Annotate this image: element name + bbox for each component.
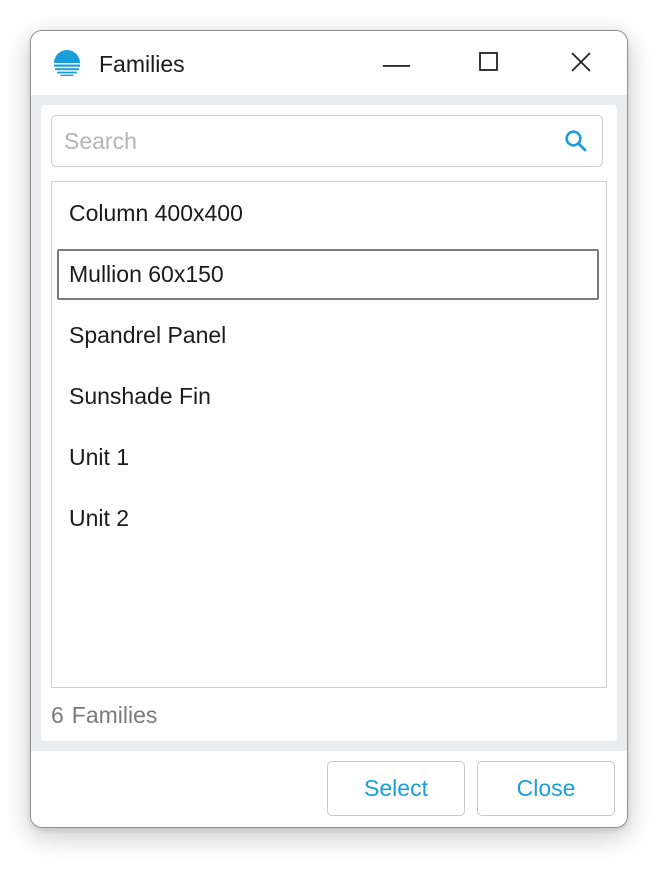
search-input[interactable]: [64, 124, 554, 158]
minimize-icon: [383, 55, 411, 73]
list-item-label: Column 400x400: [69, 200, 243, 226]
list-item-selected[interactable]: Mullion 60x150: [57, 249, 599, 300]
list-item-label: Unit 2: [69, 505, 130, 531]
list-item-label: Sunshade Fin: [69, 383, 211, 409]
list-item[interactable]: Sunshade Fin: [57, 371, 599, 422]
search-icon[interactable]: [564, 129, 588, 153]
title-bar[interactable]: Families: [31, 31, 627, 95]
sun-horizon-icon: [53, 50, 81, 76]
families-panel: Column 400x400 Mullion 60x150 Spandrel P…: [41, 105, 617, 741]
close-button[interactable]: Close: [477, 761, 615, 816]
family-count-label: Families: [71, 702, 158, 728]
list-item-label: Mullion 60x150: [69, 261, 224, 287]
list-item-label: Spandrel Panel: [69, 322, 227, 348]
minimize-button[interactable]: [377, 49, 417, 79]
search-box[interactable]: [51, 115, 603, 167]
family-count-status: 6 Families: [51, 702, 157, 728]
list-item[interactable]: Unit 2: [57, 493, 599, 544]
select-button[interactable]: Select: [327, 761, 465, 816]
window-title: Families: [99, 51, 185, 77]
maximize-icon: [479, 51, 499, 77]
window-close-button[interactable]: [561, 49, 601, 79]
list-item-label: Unit 1: [69, 444, 130, 470]
family-count: 6: [51, 702, 64, 728]
families-list[interactable]: Column 400x400 Mullion 60x150 Spandrel P…: [51, 181, 607, 688]
maximize-button[interactable]: [469, 49, 509, 79]
close-icon: [570, 51, 592, 78]
list-item[interactable]: Spandrel Panel: [57, 310, 599, 361]
content-area: Column 400x400 Mullion 60x150 Spandrel P…: [31, 95, 627, 751]
list-item[interactable]: Unit 1: [57, 432, 599, 483]
families-dialog: Families Search Column 400x400 Mullion 6…: [30, 30, 628, 828]
list-item[interactable]: Column 400x400: [57, 188, 599, 239]
dialog-footer: Select Close: [31, 751, 627, 827]
